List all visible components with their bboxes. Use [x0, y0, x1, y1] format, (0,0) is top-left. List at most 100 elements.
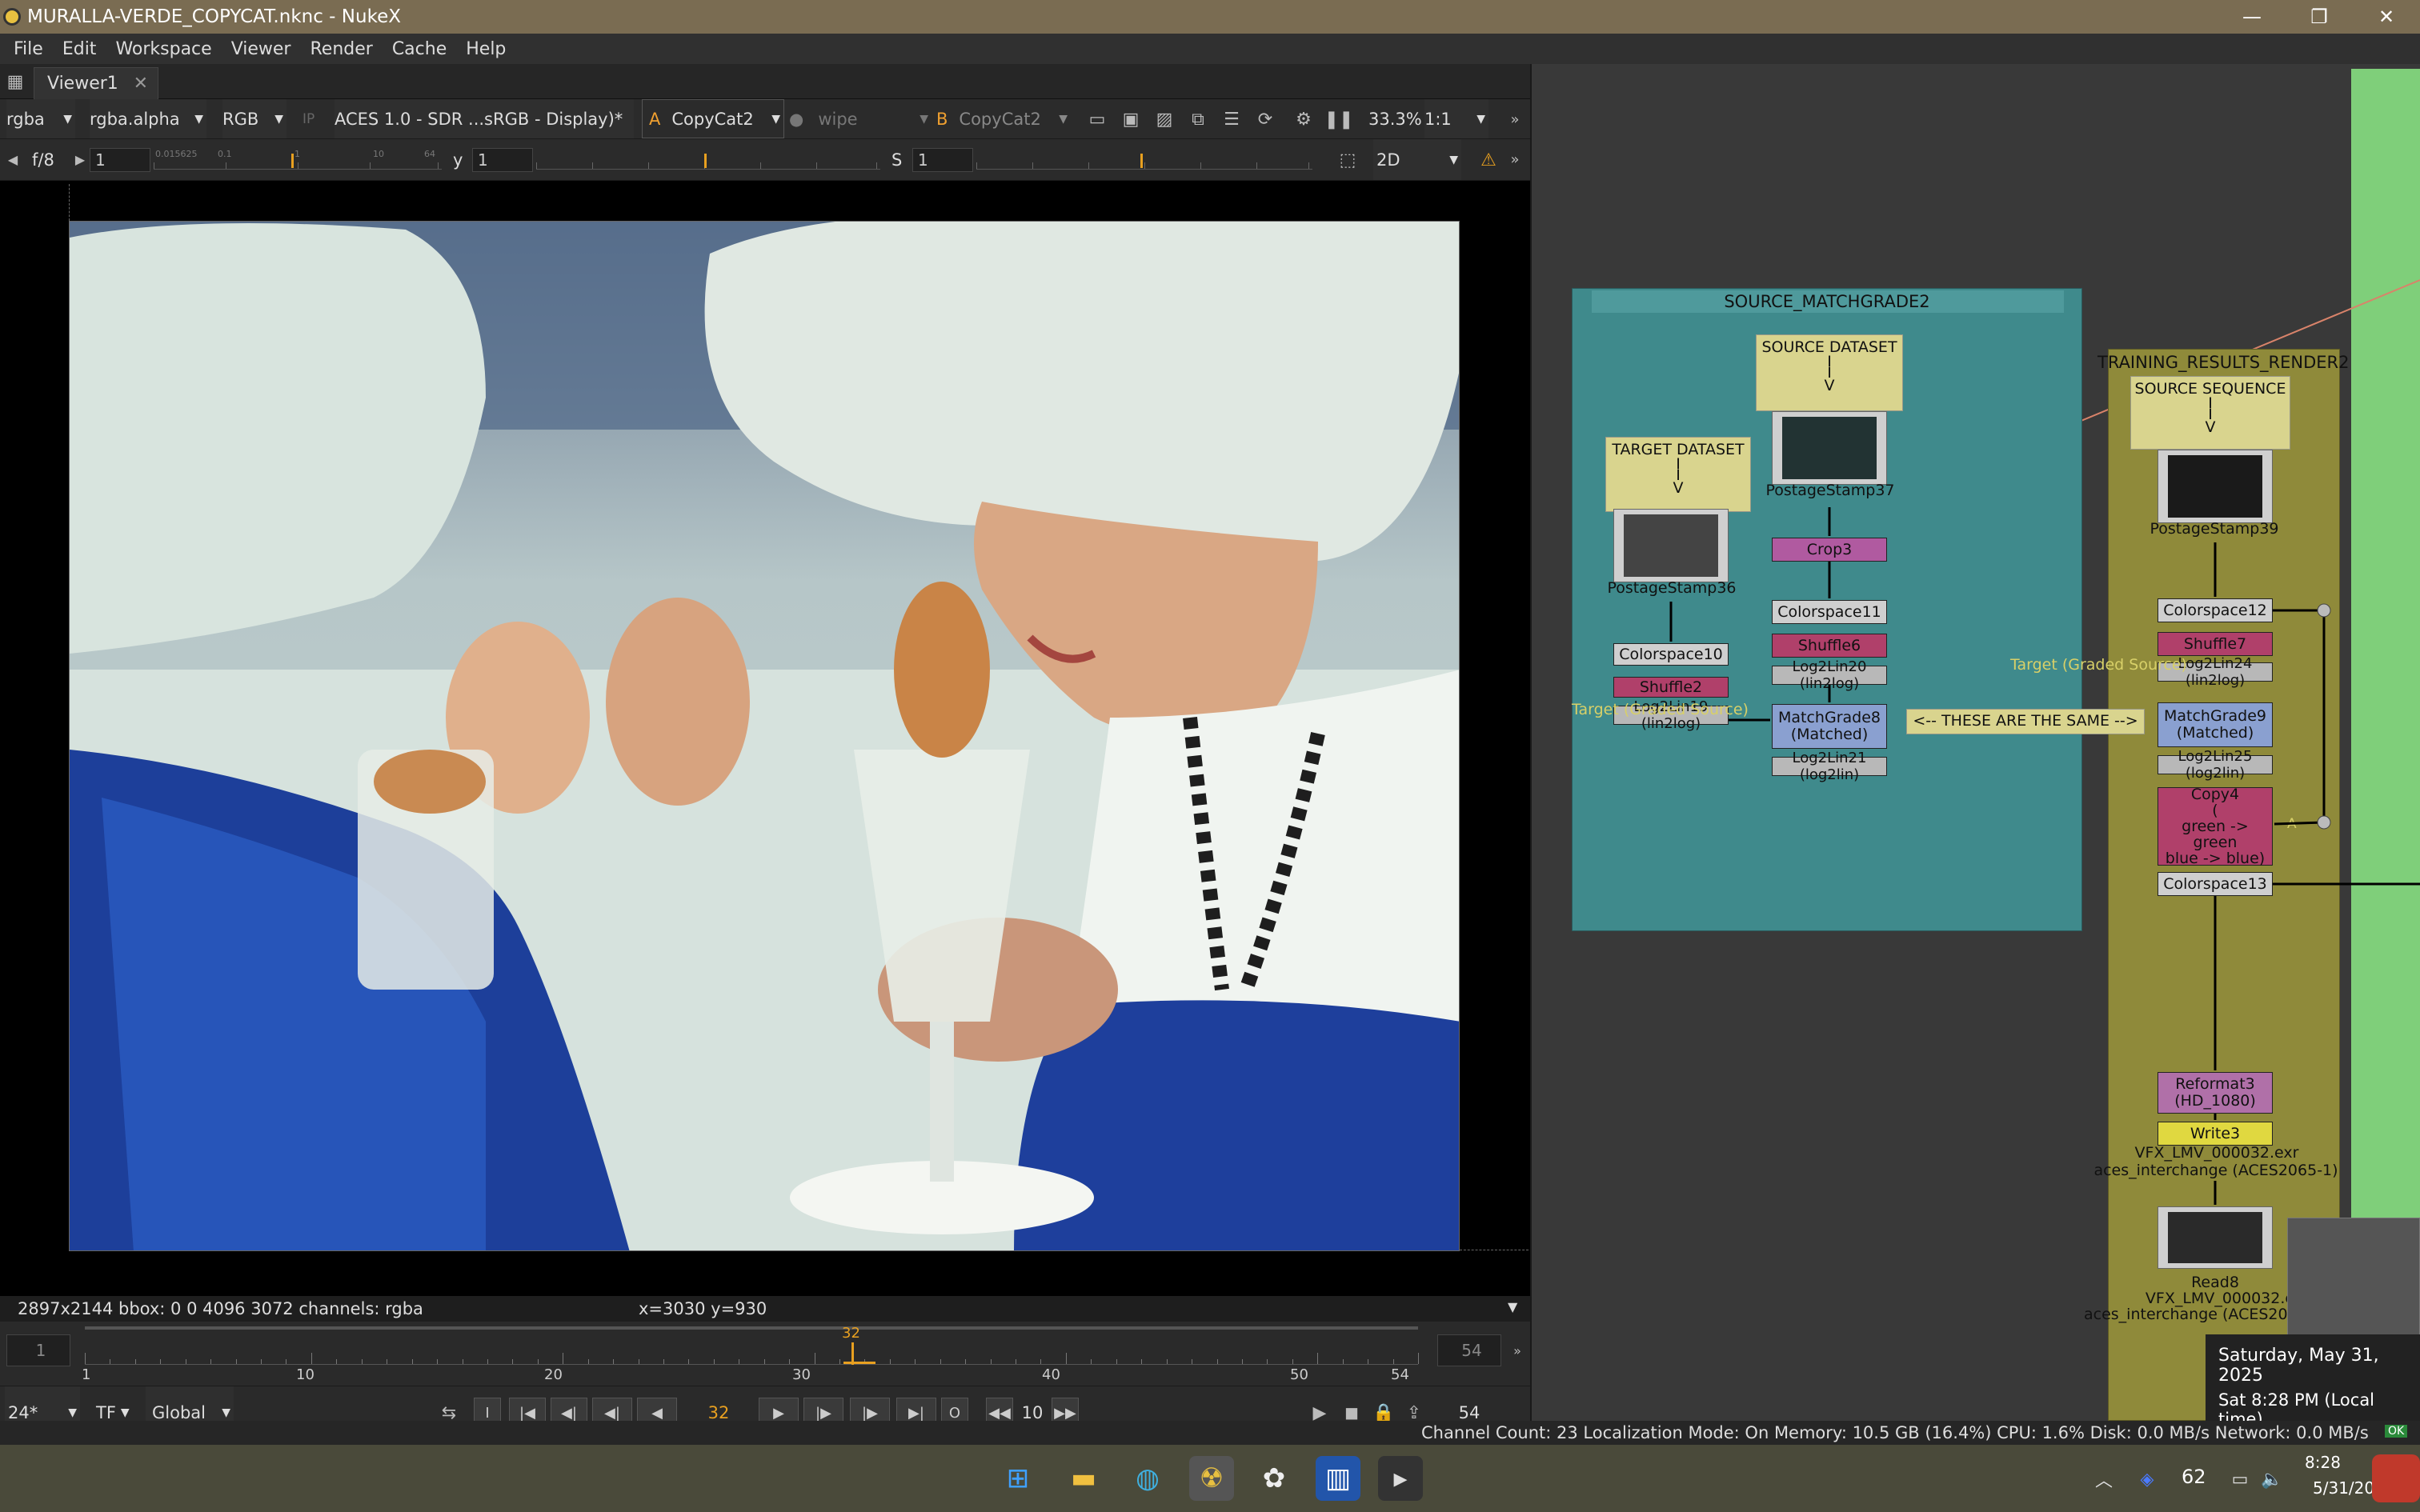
- ratio-dropdown[interactable]: 1:1 ▼: [1424, 99, 1488, 138]
- timeline[interactable]: 1 54 » 1 10 20 30 40 50 54 32: [0, 1322, 1530, 1386]
- sticky-same-note[interactable]: <-- THESE ARE THE SAME -->: [1906, 709, 2145, 734]
- region-select-icon[interactable]: ⬚: [1335, 149, 1360, 171]
- security-icon[interactable]: ◈: [2134, 1466, 2161, 1493]
- network-icon[interactable]: ▭: [2226, 1466, 2254, 1493]
- node-colorspace11[interactable]: Colorspace11: [1772, 600, 1887, 624]
- tab-viewer1[interactable]: Viewer1 ✕: [34, 67, 158, 99]
- wipe-dropdown[interactable]: ● wipe ▼: [789, 99, 932, 138]
- node-log2lin21[interactable]: Log2Lin21 (log2lin): [1772, 750, 1887, 783]
- menu-workspace[interactable]: Workspace: [115, 39, 211, 59]
- close-tab-icon[interactable]: ✕: [134, 74, 148, 94]
- menu-viewer[interactable]: Viewer: [231, 39, 291, 59]
- input-b-dropdown[interactable]: B CopyCat2 ▼: [936, 99, 1071, 138]
- node-matchgrade8[interactable]: MatchGrade8 (Matched): [1772, 704, 1887, 749]
- gain-field[interactable]: 1: [90, 148, 150, 172]
- terminal-icon[interactable]: ▸: [1378, 1456, 1423, 1501]
- postage-stamp-36[interactable]: [1613, 509, 1729, 582]
- zoom-level[interactable]: 33.3%: [1368, 99, 1422, 138]
- saturation-slider-handle[interactable]: [1140, 154, 1143, 168]
- sticky-source-sequence[interactable]: SOURCE SEQUENCE I I V: [2130, 376, 2290, 450]
- taskbar-time[interactable]: 8:28: [2305, 1453, 2341, 1472]
- node-shuffle6[interactable]: Shuffle6: [1772, 634, 1887, 658]
- saturation-slider[interactable]: [976, 150, 1312, 170]
- node-matchgrade9[interactable]: MatchGrade9 (Matched): [2158, 702, 2273, 747]
- gain-slider-handle[interactable]: [291, 154, 294, 168]
- gamma-slider-handle[interactable]: [704, 154, 707, 168]
- viewer-lock-icon[interactable]: ⚠: [1477, 149, 1500, 171]
- chevron-up-icon[interactable]: ︿: [2090, 1466, 2118, 1493]
- timeline-end-field[interactable]: 54: [1437, 1334, 1501, 1366]
- chevron-down-icon: ▼: [1059, 112, 1068, 126]
- node-read8[interactable]: Read8: [2156, 1274, 2274, 1291]
- maximize-button[interactable]: ❐: [2286, 0, 2353, 34]
- node-colorspace10[interactable]: Colorspace10: [1613, 643, 1729, 666]
- gamma-slider[interactable]: [536, 150, 880, 170]
- zebra-icon[interactable]: ▨: [1152, 109, 1176, 130]
- menu-render[interactable]: Render: [310, 39, 372, 59]
- resolve-icon[interactable]: ▥: [1316, 1456, 1360, 1501]
- timeline-tick: [1040, 1359, 1042, 1364]
- display-channels-dropdown[interactable]: RGB ▼: [222, 99, 286, 138]
- close-window-button[interactable]: ✕: [2353, 0, 2420, 34]
- postage-stamp-37[interactable]: [1772, 411, 1887, 485]
- sticky-target-dataset[interactable]: TARGET DATASET I I V: [1605, 437, 1751, 512]
- postage-stamp-39[interactable]: [2158, 450, 2273, 523]
- alpha-channel-dropdown[interactable]: rgba.alpha ▼: [90, 99, 206, 138]
- menu-cache[interactable]: Cache: [392, 39, 447, 59]
- channels-dropdown[interactable]: rgba ▼: [6, 99, 75, 138]
- volume-icon[interactable]: 🔈: [2258, 1466, 2286, 1493]
- roi-icon[interactable]: ▭: [1085, 109, 1109, 130]
- node-shuffle2[interactable]: Shuffle2: [1613, 677, 1729, 698]
- notification-icon[interactable]: [2372, 1454, 2420, 1502]
- saturation-field[interactable]: 1: [912, 148, 973, 172]
- node-graph-minimap[interactable]: [2287, 1218, 2420, 1338]
- edge-browser-icon[interactable]: ◍: [1125, 1456, 1170, 1501]
- input-process-button[interactable]: IP: [302, 99, 327, 138]
- fstop-increase-icon[interactable]: ▶: [72, 149, 88, 170]
- timeline-start-field[interactable]: 1: [6, 1334, 70, 1366]
- proxy-icon[interactable]: ⧉: [1186, 109, 1210, 130]
- node-copy4[interactable]: Copy4 ( green -> green blue -> blue): [2158, 786, 2273, 866]
- colorspace-dropdown[interactable]: ACES 1.0 - SDR ...sRGB - Display)*: [335, 99, 634, 138]
- refresh-icon[interactable]: ⟳: [1253, 109, 1277, 130]
- expand-toolbar-icon[interactable]: »: [1504, 109, 1525, 130]
- node-colorspace12[interactable]: Colorspace12: [2158, 598, 2273, 622]
- minimize-button[interactable]: —: [2218, 0, 2286, 34]
- pane-menu-icon[interactable]: ▦: [5, 70, 26, 93]
- node-graph[interactable]: SOURCE_MATCHGRADE2 TRAINING_RESULTS_REND…: [1532, 64, 2420, 1421]
- gamma-field[interactable]: 1: [472, 148, 533, 172]
- timeline-tick: [487, 1359, 488, 1364]
- fstop-decrease-icon[interactable]: ◀: [5, 149, 21, 170]
- node-label: VFX_LMV_000032.exr: [2134, 1144, 2299, 1162]
- lut-icon[interactable]: ☰: [1220, 109, 1244, 130]
- timeline-expand-icon[interactable]: »: [1508, 1341, 1527, 1360]
- overscan-icon[interactable]: ▣: [1119, 109, 1143, 130]
- file-explorer-icon[interactable]: ▬: [1061, 1456, 1106, 1501]
- node-crop3[interactable]: Crop3: [1772, 538, 1887, 562]
- info-expand-icon[interactable]: ▼: [1508, 1299, 1517, 1314]
- gain-slider[interactable]: 0.015625 0.1 1 10 64: [154, 149, 442, 170]
- taskbar-date[interactable]: 5/31/20: [2313, 1478, 2374, 1498]
- timeline-tick: [889, 1359, 891, 1364]
- node-log2lin20[interactable]: Log2Lin20 (lin2log): [1772, 658, 1887, 692]
- input-a-dropdown[interactable]: A CopyCat2 ▼: [642, 99, 784, 138]
- node-read8-thumbnail[interactable]: [2158, 1206, 2273, 1269]
- menu-file[interactable]: File: [14, 39, 43, 59]
- chatgpt-icon[interactable]: ✿: [1252, 1456, 1296, 1501]
- pause-icon[interactable]: ❚❚: [1324, 109, 1354, 130]
- expand-toolbar-icon[interactable]: »: [1504, 149, 1525, 170]
- nuke-taskbar-icon[interactable]: ☢: [1189, 1456, 1234, 1501]
- node-write3[interactable]: Write3: [2158, 1122, 2273, 1146]
- view-mode-dropdown[interactable]: 2D ▼: [1373, 139, 1461, 180]
- node-log2lin25[interactable]: Log2Lin25 (log2lin): [2158, 748, 2273, 782]
- start-icon[interactable]: ⊞: [996, 1456, 1040, 1501]
- menu-edit[interactable]: Edit: [62, 39, 97, 59]
- sticky-source-dataset[interactable]: SOURCE DATASET I I V: [1756, 334, 1903, 411]
- menu-help[interactable]: Help: [466, 39, 506, 59]
- node-shuffle7[interactable]: Shuffle7: [2158, 632, 2273, 656]
- node-reformat3[interactable]: Reformat3 (HD_1080): [2158, 1072, 2273, 1114]
- timeline-tick: [1267, 1359, 1268, 1364]
- node-colorspace13[interactable]: Colorspace13: [2158, 872, 2273, 896]
- settings-icon[interactable]: ⚙: [1292, 109, 1316, 130]
- timeline-tick: [160, 1359, 162, 1364]
